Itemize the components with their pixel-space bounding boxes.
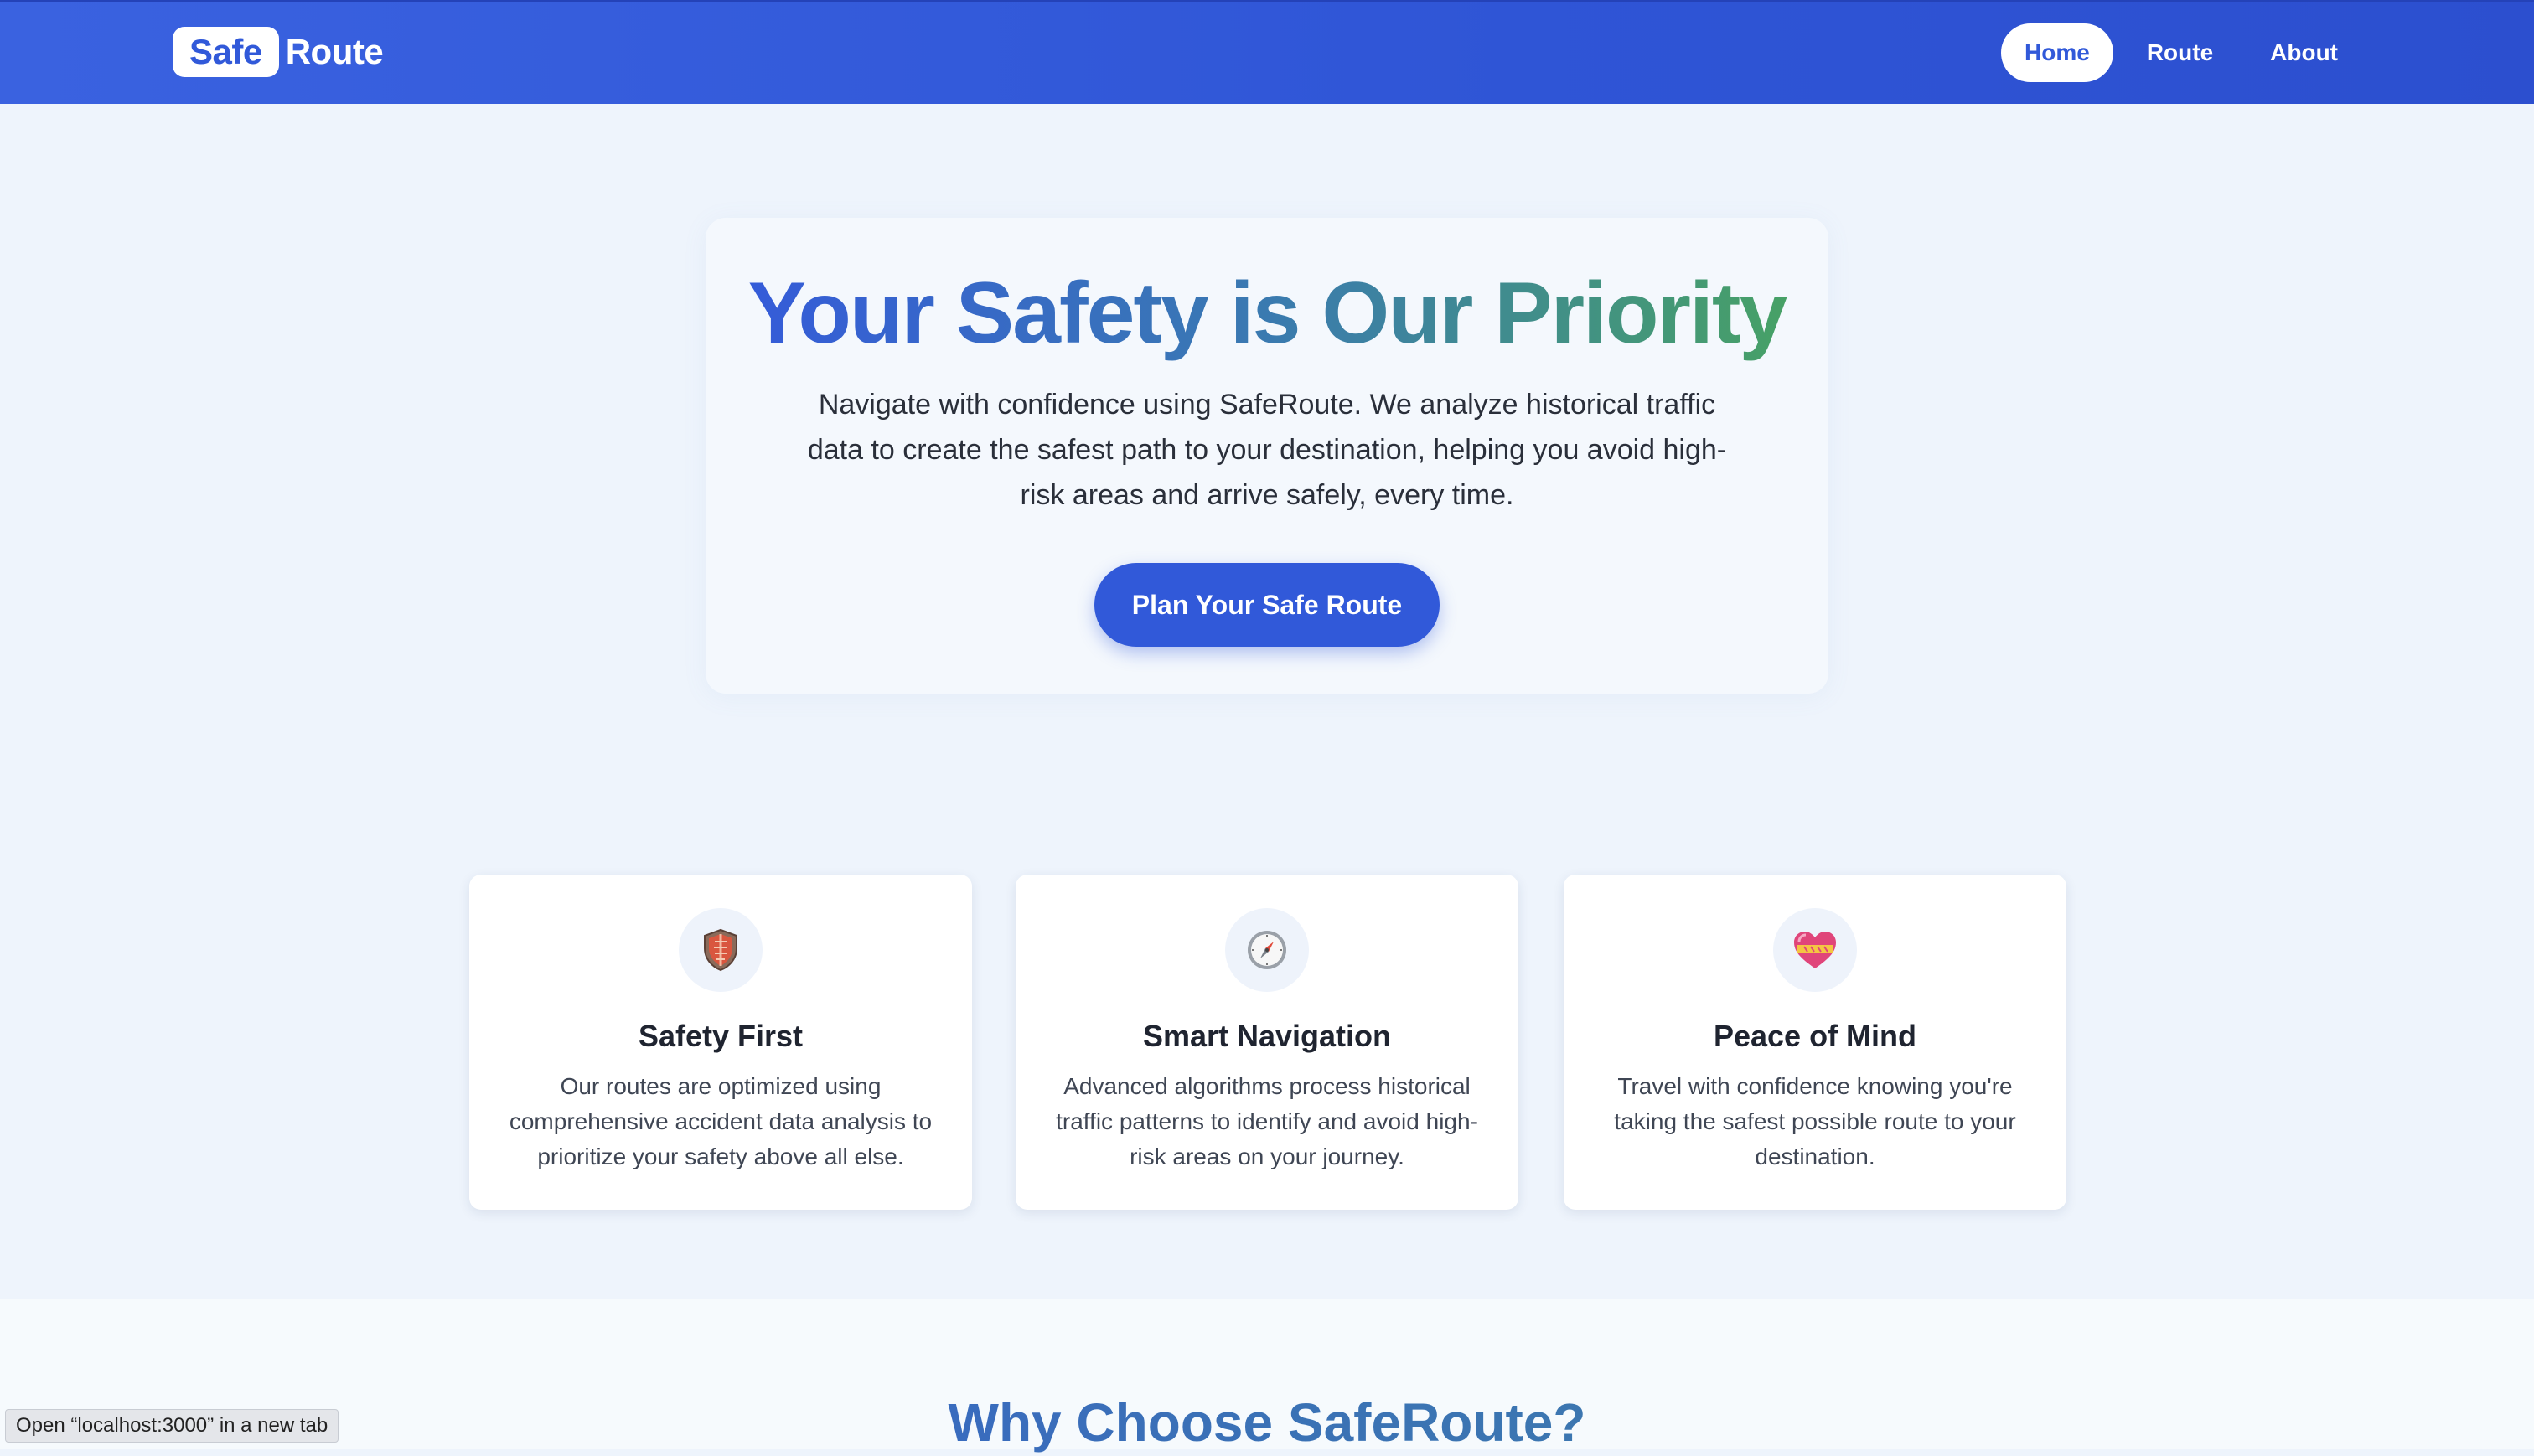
logo[interactable]: Safe Route [173,27,384,77]
feature-title: Peace of Mind [1713,1019,1917,1053]
nav-link-route[interactable]: Route [2123,23,2237,82]
why-title: Why Choose SafeRoute? [0,1389,2534,1456]
feature-description: Advanced algorithms process historical t… [1056,1073,1478,1169]
logo-route-text: Route [285,32,384,71]
heart-icon [1773,908,1857,992]
compass-icon [1225,908,1309,992]
feature-description: Our routes are optimized using comprehen… [509,1073,933,1169]
feature-title: Safety First [638,1019,804,1053]
feature-description: Travel with confidence knowing you're ta… [1614,1073,2016,1169]
logo-safe-badge: Safe [173,27,279,77]
feature-card-safety: Safety First Our routes are optimized us… [469,875,972,1210]
plan-route-button[interactable]: Plan Your Safe Route [1094,563,1440,647]
browser-status-bar: Open “localhost:3000” in a new tab [5,1409,339,1443]
nav-link-about[interactable]: About [2247,23,2361,82]
hero-description: Navigate with confidence using SafeRoute… [807,389,1727,511]
hero-card: Your Safety is Our Priority Navigate wit… [706,218,1828,694]
feature-card-peace: Peace of Mind Travel with confidence kno… [1564,875,2066,1210]
top-navbar: Safe Route Home Route About [0,0,2534,104]
shield-icon [679,908,763,992]
nav-link-home[interactable]: Home [2001,23,2113,82]
hero-title: Your Safety is Our Priority [706,255,1828,372]
why-section: Why Choose SafeRoute? [0,1299,2534,1453]
nav-links: Home Route About [1991,23,2361,82]
feature-card-navigation: Smart Navigation Advanced algorithms pro… [1016,875,1518,1210]
feature-title: Smart Navigation [1142,1019,1392,1053]
